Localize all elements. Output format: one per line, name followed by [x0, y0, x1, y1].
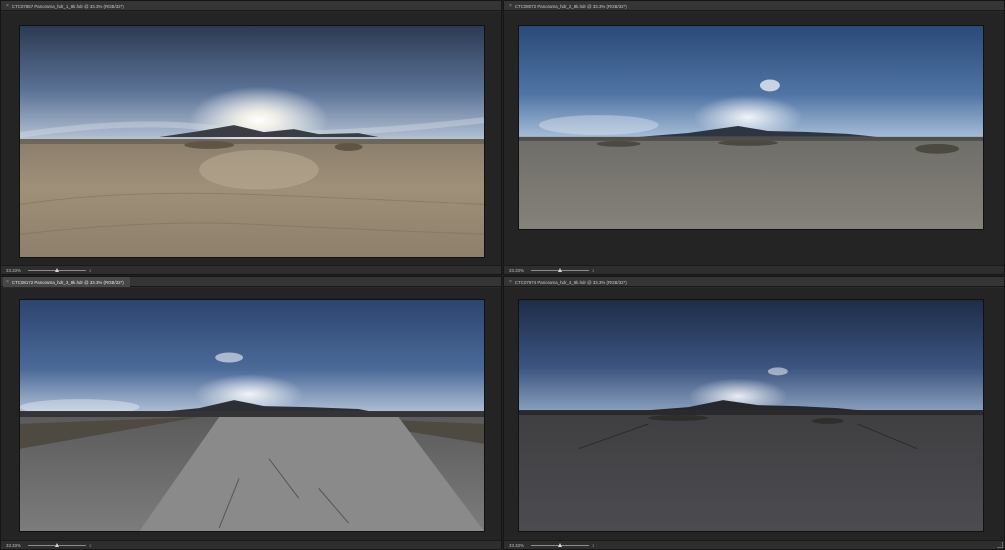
document-window-1: × CTC07857 Panorama_hdr_1_8k.hdr @ 33.3%…: [0, 0, 502, 275]
zoom-slider[interactable]: [531, 267, 589, 273]
resize-grip-icon[interactable]: [997, 542, 1003, 548]
zoom-slider-thumb[interactable]: [55, 267, 59, 272]
document-tab-title: CTC08172 Panorama_hdr_3_8k.hdr @ 33.3% (…: [11, 279, 124, 285]
panorama-image: [19, 299, 485, 532]
document-tab[interactable]: × CTC08072 Panorama_hdr_2_8k.hdr @ 33.3%…: [506, 1, 633, 11]
document-window-3: × CTC08172 Panorama_hdr_3_8k.hdr @ 33.3%…: [0, 276, 502, 550]
document-tab-title: CTC07857 Panorama_hdr_1_8k.hdr @ 33.3% (…: [11, 3, 124, 9]
close-icon[interactable]: ×: [6, 279, 9, 285]
document-tab-bar: × CTC08072 Panorama_hdr_2_8k.hdr @ 33.3%…: [504, 1, 1004, 11]
panorama-image: [518, 299, 984, 532]
zoom-slider[interactable]: [531, 542, 589, 548]
close-icon[interactable]: ×: [6, 3, 9, 9]
status-bar: 33.33% 3: [504, 540, 1004, 549]
zoom-level[interactable]: 33.33%: [509, 268, 529, 273]
document-canvas[interactable]: [1, 288, 501, 540]
zoom-level[interactable]: 33.33%: [6, 268, 26, 273]
document-window-2: × CTC08072 Panorama_hdr_2_8k.hdr @ 33.3%…: [503, 0, 1005, 275]
document-window-4: × CTC07974 Panorama_hdr_4_8k.hdr @ 33.3%…: [503, 276, 1005, 550]
document-tab-title: CTC07974 Panorama_hdr_4_8k.hdr @ 33.3% (…: [514, 279, 627, 285]
document-tab[interactable]: × CTC08172 Panorama_hdr_3_8k.hdr @ 33.3%…: [3, 277, 130, 287]
zoom-slider-thumb[interactable]: [55, 542, 59, 547]
zoom-slider-thumb[interactable]: [558, 542, 562, 547]
close-icon[interactable]: ×: [509, 279, 512, 285]
document-tab[interactable]: × CTC07857 Panorama_hdr_1_8k.hdr @ 33.3%…: [3, 1, 130, 11]
close-icon[interactable]: ×: [509, 3, 512, 9]
zoom-slider-max: 3: [89, 267, 92, 273]
zoom-slider[interactable]: [28, 267, 86, 273]
zoom-slider-max: 3: [592, 267, 595, 273]
panorama-image: [19, 25, 485, 258]
status-bar: 33.33% 3: [1, 540, 501, 549]
zoom-level[interactable]: 33.33%: [509, 543, 529, 548]
status-bar: 33.33% 3: [1, 265, 501, 274]
panorama-image: [518, 25, 984, 230]
document-canvas[interactable]: [504, 12, 1004, 265]
document-canvas[interactable]: [1, 12, 501, 265]
document-tab-bar: × CTC07974 Panorama_hdr_4_8k.hdr @ 33.3%…: [504, 277, 1004, 287]
document-tab-bar: × CTC08172 Panorama_hdr_3_8k.hdr @ 33.3%…: [1, 277, 501, 287]
zoom-slider-max: 3: [89, 542, 92, 548]
zoom-slider[interactable]: [28, 542, 86, 548]
document-tab-title: CTC08072 Panorama_hdr_2_8k.hdr @ 33.3% (…: [514, 3, 627, 9]
zoom-level[interactable]: 33.33%: [6, 543, 26, 548]
status-bar: 33.33% 3: [504, 265, 1004, 274]
document-tab[interactable]: × CTC07974 Panorama_hdr_4_8k.hdr @ 33.3%…: [506, 277, 633, 287]
zoom-slider-max: 3: [592, 542, 595, 548]
zoom-slider-thumb[interactable]: [558, 267, 562, 272]
document-canvas[interactable]: [504, 288, 1004, 540]
document-tab-bar: × CTC07857 Panorama_hdr_1_8k.hdr @ 33.3%…: [1, 1, 501, 11]
